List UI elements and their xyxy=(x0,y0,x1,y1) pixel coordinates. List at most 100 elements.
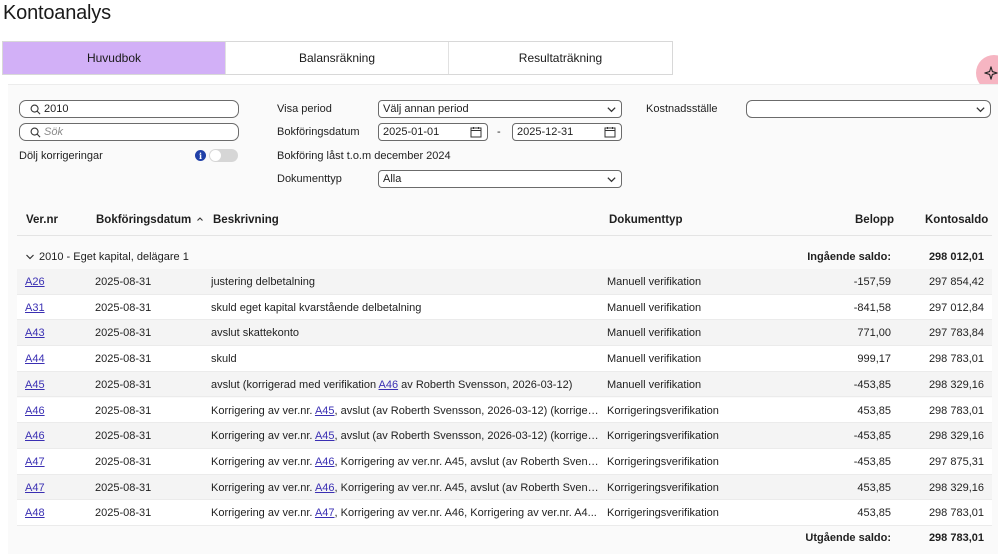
description-voucher-link[interactable]: A46 xyxy=(315,456,335,468)
description-cell: Korrigering av ver.nr. A45, avslut (av R… xyxy=(211,405,599,417)
description-voucher-link[interactable]: A45 xyxy=(315,405,335,417)
amount-cell: -453,85 xyxy=(853,378,891,391)
locked-note: Bokföring låst t.o.m december 2024 xyxy=(277,150,451,162)
voucher-link[interactable]: A46 xyxy=(25,430,45,442)
voucher-link[interactable]: A44 xyxy=(25,353,45,365)
amount-cell: 453,85 xyxy=(857,507,891,520)
account-search-input[interactable]: 2010 xyxy=(19,100,239,118)
col-header-desc[interactable]: Beskrivning xyxy=(213,214,279,226)
table-row[interactable]: A48 2025-08-31 Korrigering av ver.nr. A47,… xyxy=(17,500,992,526)
description-cell: Korrigering av ver.nr. A46, Korrigering … xyxy=(211,482,599,494)
amount-cell: -157,59 xyxy=(853,276,891,288)
description-text: justering delbetalning xyxy=(211,276,315,288)
voucher-link[interactable]: A47 xyxy=(25,482,45,494)
date-to-input[interactable]: 2025-12-31 xyxy=(512,123,622,141)
description-voucher-link[interactable]: A46 xyxy=(379,379,399,391)
chevron-down-icon xyxy=(976,107,985,113)
amount-cell: 453,85 xyxy=(857,404,891,417)
col-header-date-label: Bokföringsdatum xyxy=(96,214,192,226)
balance-cell: 298 329,16 xyxy=(928,430,984,443)
description-text-cont: av Roberth Svensson, 2026-03-12) xyxy=(398,378,573,391)
description-voucher-link[interactable]: A45 xyxy=(315,430,335,442)
voucher-link[interactable]: A46 xyxy=(25,405,45,417)
cost-center-select[interactable] xyxy=(746,100,991,118)
closing-balance-label: Utgående saldo: xyxy=(805,532,891,544)
col-header-type[interactable]: Dokumenttyp xyxy=(609,214,682,226)
sparkle-icon xyxy=(984,66,998,80)
document-type-cell: Korrigeringsverifikation xyxy=(607,507,719,520)
description-voucher-link[interactable]: A47 xyxy=(315,507,335,519)
table-row[interactable]: A31 2025-08-31 skuld eget kapital kvarståe… xyxy=(17,294,992,321)
booking-date-cell: 2025-08-31 xyxy=(95,276,152,288)
table-row[interactable]: A47 2025-08-31 Korrigering av ver.nr. A46,… xyxy=(17,474,992,501)
table-row[interactable]: A46 2025-08-31 Korrigering av ver.nr. A45,… xyxy=(17,423,992,449)
booking-date-cell: 2025-08-31 xyxy=(95,481,152,494)
balance-cell: 297 854,42 xyxy=(928,276,984,288)
voucher-link[interactable]: A26 xyxy=(25,276,45,288)
date-separator: - xyxy=(497,126,501,138)
calendar-icon[interactable] xyxy=(470,126,482,138)
voucher-link[interactable]: A48 xyxy=(25,507,45,519)
description-text-cont: , Korrigering av ver.nr. A46, Korrigerin… xyxy=(334,507,597,520)
account-search-value: 2010 xyxy=(44,103,69,115)
col-header-amount[interactable]: Belopp xyxy=(855,214,894,226)
document-type-cell: Korrigeringsverifikation xyxy=(607,455,719,468)
description-cell: Korrigering av ver.nr. A45, avslut (av R… xyxy=(211,430,599,442)
date-from-value: 2025-01-01 xyxy=(383,126,440,138)
description-cell: Korrigering av ver.nr. A47, Korrigering … xyxy=(211,507,599,519)
document-type-cell: Manuell verifikation xyxy=(607,301,702,314)
amount-cell: 771,00 xyxy=(857,327,891,340)
booking-date-cell: 2025-08-31 xyxy=(95,507,152,520)
account-group-row[interactable]: 2010 - Eget kapital, delägare 1 Ingående… xyxy=(17,244,992,268)
table-row[interactable]: A47 2025-08-31 Korrigering av ver.nr. A46,… xyxy=(17,448,992,475)
description-text: avslut skattekonto xyxy=(211,327,300,340)
description-text: Korrigering av ver.nr. xyxy=(211,404,315,417)
balance-cell: 298 783,01 xyxy=(928,353,984,366)
table-row[interactable]: A45 2025-08-31 avslut (korrigerad med veri… xyxy=(17,371,992,398)
description-text: skuld xyxy=(211,353,237,366)
cost-center-label: Kostnadsställe xyxy=(646,103,718,115)
document-type-cell: Manuell verifikation xyxy=(607,378,702,391)
balance-cell: 298 783,01 xyxy=(928,507,984,520)
description-text: Korrigering av ver.nr. xyxy=(211,430,315,443)
col-header-balance[interactable]: Kontosaldo xyxy=(925,214,988,226)
amount-cell: 999,17 xyxy=(857,353,891,366)
chevron-down-icon xyxy=(607,107,616,113)
description-text: Korrigering av ver.nr. xyxy=(211,481,315,494)
balance-cell: 297 012,84 xyxy=(928,301,984,314)
doc-type-label: Dokumenttyp xyxy=(277,173,342,185)
description-text-cont: , Korrigering av ver.nr. A45, avslut (av… xyxy=(334,481,599,494)
hide-corrections-label: Dölj korrigeringar xyxy=(19,150,103,162)
tab-balansrakning[interactable]: Balansräkning xyxy=(226,42,449,74)
col-header-ver[interactable]: Ver.nr xyxy=(26,214,58,226)
table-row[interactable]: A46 2025-08-31 Korrigering av ver.nr. A45,… xyxy=(17,397,992,424)
period-select[interactable]: Välj annan period xyxy=(378,100,622,118)
voucher-link[interactable]: A43 xyxy=(25,327,45,339)
col-header-date[interactable]: Bokföringsdatum xyxy=(96,214,204,226)
document-type-cell: Korrigeringsverifikation xyxy=(607,481,719,494)
voucher-link[interactable]: A47 xyxy=(25,456,45,468)
calendar-icon[interactable] xyxy=(604,126,616,138)
amount-cell: -453,85 xyxy=(853,430,891,443)
tab-resultatrakning[interactable]: Resultaträkning xyxy=(449,42,672,74)
description-cell: skuld xyxy=(211,353,599,365)
closing-balance-value: 298 783,01 xyxy=(928,532,984,544)
description-voucher-link[interactable]: A46 xyxy=(315,482,335,494)
chevron-down-icon[interactable] xyxy=(25,252,35,262)
page-title: Kontoanalys xyxy=(3,2,111,24)
document-type-cell: Korrigeringsverifikation xyxy=(607,404,719,417)
voucher-link[interactable]: A31 xyxy=(25,302,45,314)
text-search-input[interactable]: Sök xyxy=(19,123,239,141)
search-icon xyxy=(30,127,41,137)
doc-type-select[interactable]: Alla xyxy=(378,170,622,188)
hide-corrections-toggle[interactable] xyxy=(209,149,238,162)
table-row[interactable]: A26 2025-08-31 justering delbetalning Manue… xyxy=(17,269,992,295)
search-icon xyxy=(30,104,41,114)
voucher-link[interactable]: A45 xyxy=(25,379,45,391)
table-row[interactable]: A43 2025-08-31 avslut skattekonto Manuell v… xyxy=(17,320,992,347)
info-icon[interactable]: i xyxy=(195,150,206,161)
period-label: Visa period xyxy=(277,103,332,115)
tab-huvudbok[interactable]: Huvudbok xyxy=(3,42,226,74)
table-row[interactable]: A44 2025-08-31 skuld Manuell verifikation 99… xyxy=(17,346,992,372)
date-from-input[interactable]: 2025-01-01 xyxy=(378,123,488,141)
